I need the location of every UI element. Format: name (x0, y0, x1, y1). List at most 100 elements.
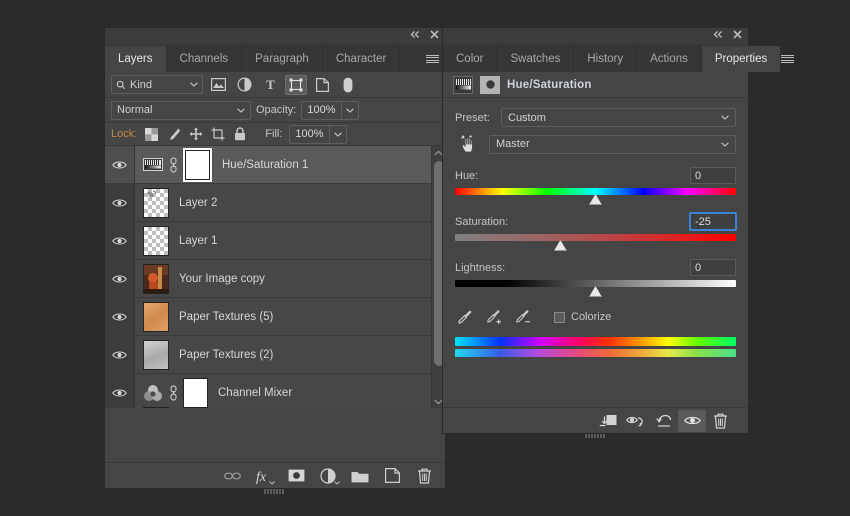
tab-paragraph[interactable]: Paragraph (242, 46, 323, 72)
hue-slider[interactable] (455, 188, 736, 205)
panel-resize-grip[interactable] (264, 489, 286, 494)
tab-layers[interactable]: Layers (105, 46, 167, 72)
toggle-previous-state-icon[interactable] (622, 410, 650, 432)
fill-stepper[interactable] (329, 124, 347, 144)
lightness-track[interactable] (455, 280, 736, 287)
filter-toggle-icon[interactable] (337, 75, 359, 95)
toggle-visibility-icon[interactable] (678, 409, 706, 432)
blend-mode-select[interactable]: Normal (111, 100, 251, 120)
new-adjustment-layer-icon[interactable] (319, 467, 340, 485)
layer-visibility-toggle[interactable] (105, 336, 135, 373)
saturation-slider[interactable] (455, 234, 736, 251)
tab-character[interactable]: Character (322, 46, 401, 72)
saturation-track[interactable] (455, 234, 736, 241)
layer-visibility-toggle[interactable] (105, 298, 135, 335)
layer-visibility-toggle[interactable] (105, 260, 135, 297)
layer-thumbnail[interactable] (143, 225, 169, 256)
layer-mask-thumbnail[interactable] (185, 149, 210, 180)
smart-object-filter-icon[interactable] (311, 75, 333, 95)
clip-to-layer-icon[interactable] (594, 410, 622, 432)
table-row[interactable]: Channel Mixer (105, 374, 445, 408)
eyedropper-add-icon[interactable] (486, 309, 502, 325)
colorize-checkbox[interactable] (554, 311, 565, 323)
colorize-toggle[interactable]: Colorize (554, 311, 611, 323)
collapse-icon[interactable] (410, 30, 421, 39)
opacity-stepper[interactable] (341, 100, 359, 120)
new-group-icon[interactable] (351, 467, 369, 485)
color-range-bar-bottom[interactable] (455, 349, 736, 357)
tab-swatches[interactable]: Swatches (497, 46, 575, 72)
panel-menu-icon[interactable] (781, 46, 795, 72)
close-icon[interactable] (430, 30, 439, 39)
link-layers-icon[interactable] (223, 467, 241, 485)
table-row[interactable]: Layer 2 (105, 184, 445, 222)
table-row[interactable]: Paper Textures (2) (105, 336, 445, 374)
lock-position-icon[interactable] (188, 127, 203, 142)
hue-slider-knob[interactable] (589, 194, 602, 205)
collapse-icon[interactable] (713, 30, 724, 39)
tab-color[interactable]: Color (443, 46, 498, 72)
lock-artboard-icon[interactable] (210, 127, 225, 142)
preset-select[interactable]: Custom (501, 108, 736, 127)
layer-visibility-toggle[interactable] (105, 222, 135, 259)
delete-adjustment-icon[interactable] (706, 410, 734, 432)
layer-thumbnail[interactable] (143, 339, 169, 370)
layer-mask-icon[interactable] (480, 75, 500, 94)
tab-history[interactable]: History (574, 46, 638, 72)
tab-channels[interactable]: Channels (166, 46, 243, 72)
adjustment-filter-icon[interactable] (233, 75, 255, 95)
photoshop-panels-screenshot: Layers Channels Paragraph Character Kind… (0, 0, 850, 516)
reset-icon[interactable] (650, 410, 678, 432)
pixel-filter-icon[interactable] (207, 75, 229, 95)
layer-thumbnail[interactable] (143, 406, 169, 408)
layer-visibility-toggle[interactable] (105, 184, 135, 221)
layer-thumbnail[interactable] (143, 187, 169, 218)
add-layer-mask-icon[interactable] (287, 467, 305, 485)
eyedropper-icon[interactable] (457, 309, 473, 325)
type-filter-icon[interactable]: T (259, 75, 281, 95)
saturation-input[interactable]: -25 (690, 213, 736, 230)
table-row[interactable]: Paper Textures (5) (105, 298, 445, 336)
hue-label: Hue: (455, 169, 479, 182)
layer-mask-link-icon[interactable] (167, 156, 179, 173)
saturation-label: Saturation: (455, 215, 509, 228)
new-layer-icon[interactable] (383, 467, 401, 485)
hue-saturation-adjustment-icon[interactable] (453, 75, 473, 94)
panel-menu-icon[interactable] (419, 46, 445, 72)
shape-filter-icon[interactable] (285, 74, 307, 95)
layer-mask-thumbnail[interactable] (183, 377, 208, 408)
opacity-input[interactable]: 100% (301, 100, 342, 120)
delete-layer-icon[interactable] (415, 467, 433, 485)
layer-mask-link-icon[interactable] (167, 384, 179, 401)
hue-input[interactable]: 0 (690, 167, 736, 184)
layer-name: Paper Textures (2) (179, 348, 274, 361)
layer-style-fx-icon[interactable]: fx (255, 467, 275, 485)
eyedropper-subtract-icon[interactable] (515, 309, 531, 325)
tab-properties[interactable]: Properties (701, 46, 782, 72)
hue-track[interactable] (455, 188, 736, 195)
layer-list[interactable]: Hue/Saturation 1 Layer 2 Layer 1 Your Im… (105, 146, 445, 408)
channel-mixer-adjustment-icon[interactable] (143, 383, 163, 403)
channel-select[interactable]: Master (489, 134, 736, 154)
lock-image-pixels-icon[interactable] (166, 127, 181, 142)
hue-saturation-adjustment-icon[interactable] (143, 155, 163, 175)
lightness-slider[interactable] (455, 280, 736, 297)
lock-transparency-icon[interactable] (144, 127, 159, 142)
tab-actions[interactable]: Actions (637, 46, 702, 72)
layer-visibility-toggle[interactable] (105, 146, 135, 183)
table-row[interactable]: Layer 1 (105, 222, 445, 260)
layer-thumbnail[interactable] (143, 301, 169, 332)
layer-thumbnail[interactable] (143, 263, 169, 294)
lock-all-icon[interactable] (232, 127, 247, 142)
on-image-adjustment-icon[interactable] (455, 134, 483, 154)
panel-resize-grip[interactable] (585, 434, 607, 438)
table-row[interactable]: Your Image copy (105, 260, 445, 298)
fill-input[interactable]: 100% (289, 124, 330, 144)
saturation-slider-knob[interactable] (553, 240, 567, 251)
lightness-input[interactable]: 0 (690, 259, 736, 276)
table-row[interactable]: Hue/Saturation 1 (105, 146, 445, 184)
lightness-slider-knob[interactable] (589, 286, 602, 297)
close-icon[interactable] (733, 30, 742, 39)
filter-kind-select[interactable]: Kind (111, 75, 203, 94)
layer-visibility-toggle[interactable] (105, 374, 135, 408)
